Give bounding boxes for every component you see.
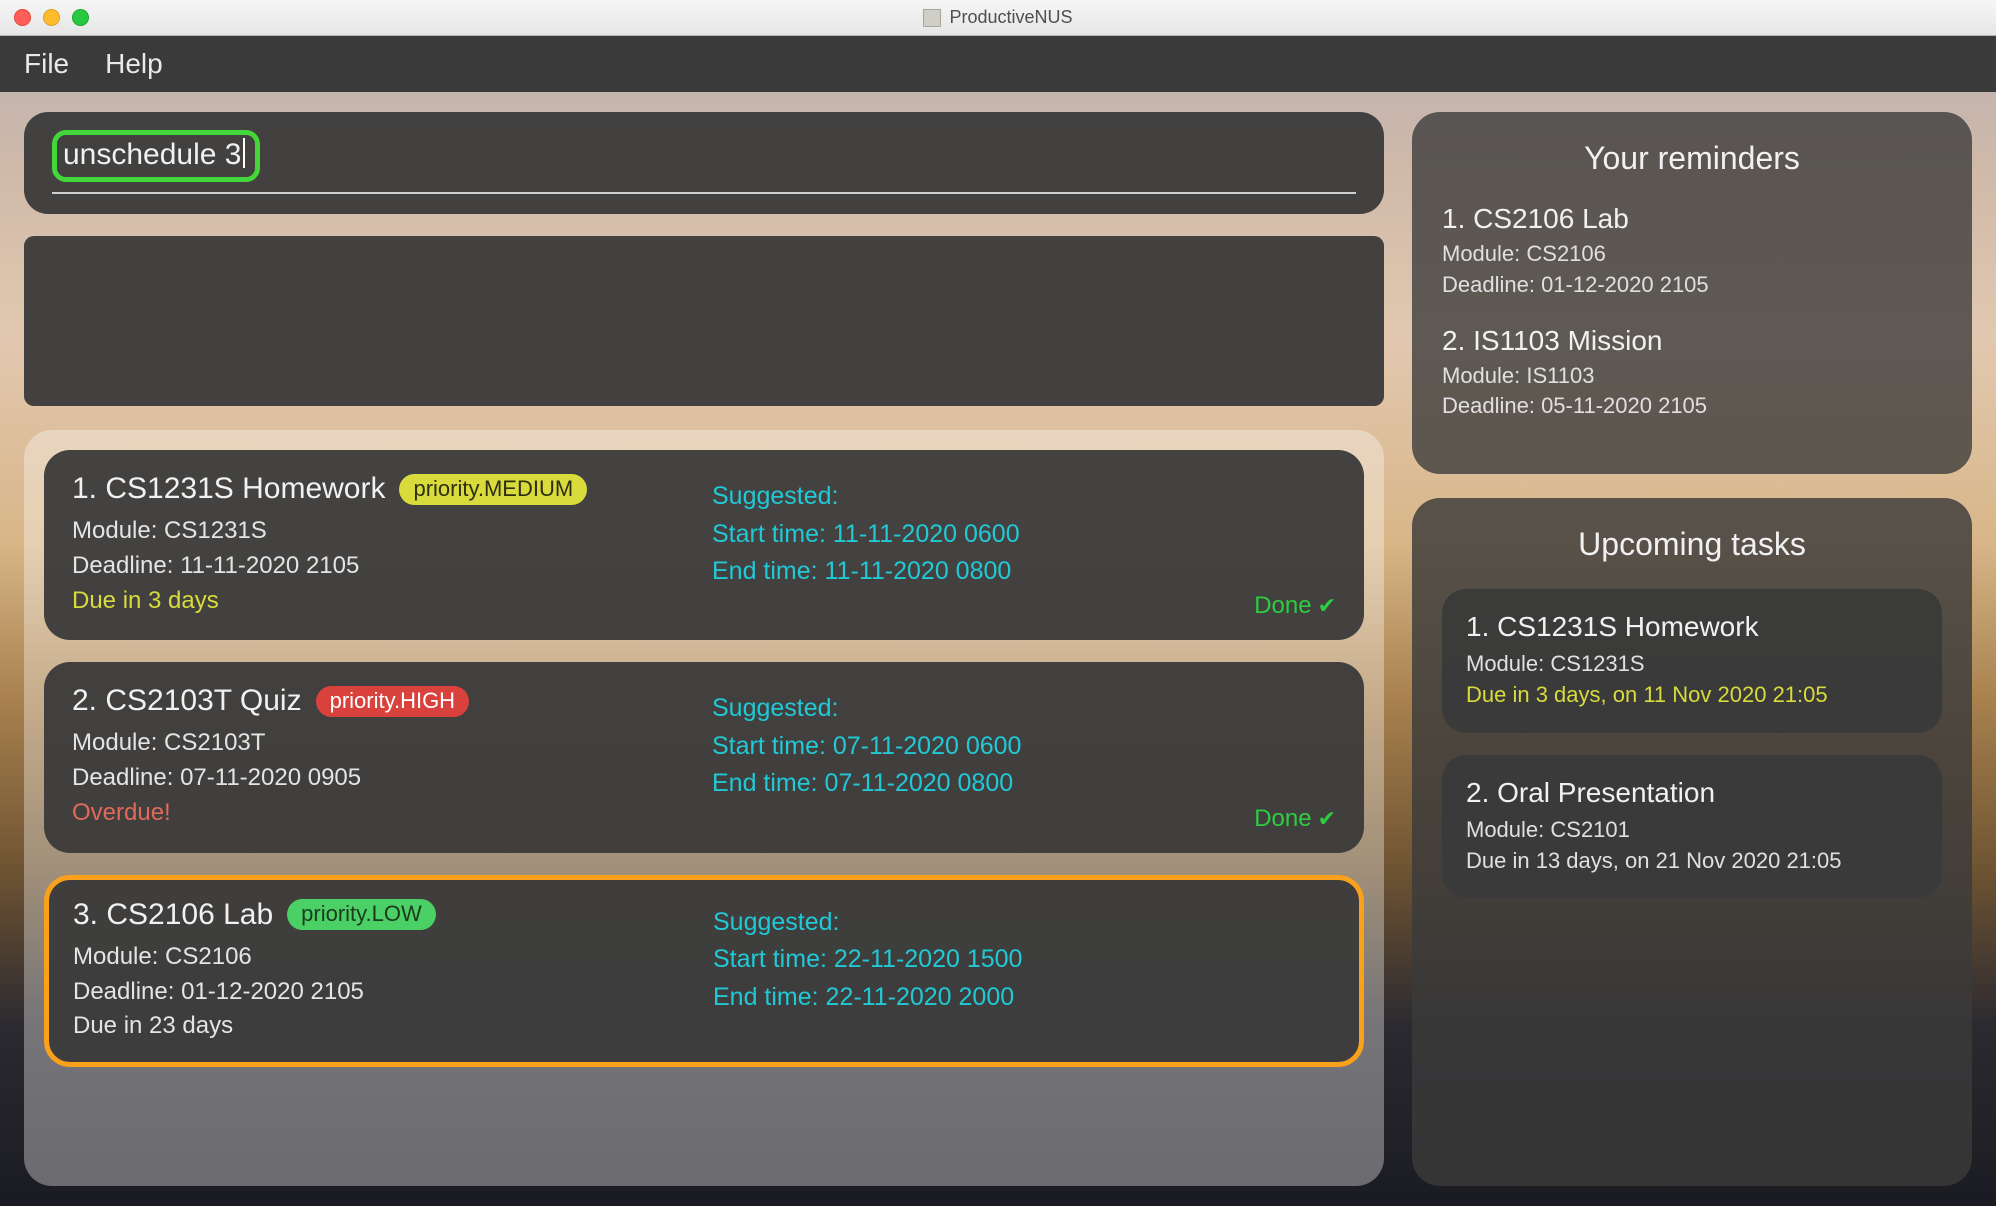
task-due: Overdue! — [72, 796, 712, 831]
window-title: ProductiveNUS — [0, 7, 1996, 28]
suggested-start: Start time: 22-11-2020 1500 — [713, 941, 1335, 979]
suggested-header: Suggested: — [712, 478, 1336, 516]
task-due: Due in 3 days — [72, 584, 712, 619]
task-title: 3. CS2106 Lab — [73, 898, 273, 932]
reminder-module: Module: CS2106 — [1442, 239, 1942, 270]
upcoming-card[interactable]: 1. CS1231S Homework Module: CS1231SDue in… — [1442, 589, 1942, 733]
window-title-text: ProductiveNUS — [949, 7, 1072, 28]
tasks-panel: 1. CS1231S Homework priority.MEDIUM Module… — [24, 430, 1384, 1186]
reminder-title: 1. CS2106 Lab — [1442, 203, 1942, 235]
task-due: Due in 23 days — [73, 1009, 713, 1044]
suggested-end: End time: 22-11-2020 2000 — [713, 979, 1335, 1017]
reminder-title: 2. IS1103 Mission — [1442, 325, 1942, 357]
task-module: Module: CS2103T — [72, 726, 712, 761]
upcoming-title-text: 2. Oral Presentation — [1466, 777, 1918, 809]
app-icon — [923, 9, 941, 27]
task-card[interactable]: 3. CS2106 Labpriority.LOWModule: CS2106D… — [44, 875, 1364, 1067]
suggested-end: End time: 11-11-2020 0800 — [712, 553, 1336, 591]
priority-badge: priority.HIGH — [316, 686, 470, 717]
reminder-module: Module: IS1103 — [1442, 361, 1942, 392]
menu-help[interactable]: Help — [105, 48, 163, 80]
upcoming-card[interactable]: 2. Oral Presentation Module: CS2101Due in… — [1442, 755, 1942, 899]
upcoming-due: Due in 13 days, on 21 Nov 2020 21:05 — [1466, 846, 1918, 877]
command-highlight: unschedule 3 — [52, 130, 260, 182]
check-icon: ✔ — [1318, 593, 1336, 619]
suggested-start: Start time: 07-11-2020 0600 — [712, 728, 1336, 766]
task-card[interactable]: 2. CS2103T Quiz priority.HIGH Module: CS21… — [44, 662, 1364, 852]
task-module: Module: CS2106 — [73, 940, 713, 975]
task-deadline: Deadline: 07-11-2020 0905 — [72, 761, 712, 796]
suggested-start: Start time: 11-11-2020 0600 — [712, 516, 1336, 554]
suggested-end: End time: 07-11-2020 0800 — [712, 765, 1336, 803]
suggested-header: Suggested: — [712, 690, 1336, 728]
command-input-text: unschedule 3 — [63, 138, 241, 171]
command-input-box[interactable]: unschedule 3 — [24, 112, 1384, 214]
reminder-item: 2. IS1103 Mission Module: IS1103Deadline:… — [1442, 325, 1942, 423]
suggested-header: Suggested: — [713, 904, 1335, 942]
upcoming-due: Due in 3 days, on 11 Nov 2020 21:05 — [1466, 680, 1918, 711]
menu-file[interactable]: File — [24, 48, 69, 80]
priority-badge: priority.LOW — [287, 899, 436, 930]
text-caret — [243, 138, 245, 168]
upcoming-title: Upcoming tasks — [1442, 526, 1942, 563]
upcoming-panel: Upcoming tasks 1. CS1231S Homework Module… — [1412, 498, 1972, 1186]
menubar: File Help — [0, 36, 1996, 92]
task-deadline: Deadline: 01-12-2020 2105 — [73, 975, 713, 1010]
upcoming-module: Module: CS1231S — [1466, 649, 1918, 680]
titlebar: ProductiveNUS — [0, 0, 1996, 36]
task-card[interactable]: 1. CS1231S Homework priority.MEDIUM Module… — [44, 450, 1364, 640]
priority-badge: priority.MEDIUM — [399, 474, 587, 505]
check-icon: ✔ — [1318, 806, 1336, 832]
reminder-deadline: Deadline: 01-12-2020 2105 — [1442, 270, 1942, 301]
done-indicator: Done ✔ — [1254, 805, 1336, 833]
content-area: unschedule 3 1. CS1231S Homework priority… — [0, 92, 1996, 1206]
reminders-title: Your reminders — [1442, 140, 1942, 177]
done-indicator: Done ✔ — [1254, 592, 1336, 620]
command-underline — [52, 192, 1356, 194]
reminder-item: 1. CS2106 Lab Module: CS2106Deadline: 01-… — [1442, 203, 1942, 301]
task-module: Module: CS1231S — [72, 514, 712, 549]
task-title: 2. CS2103T Quiz — [72, 684, 302, 718]
upcoming-module: Module: CS2101 — [1466, 815, 1918, 846]
result-display — [24, 236, 1384, 406]
reminders-panel: Your reminders 1. CS2106 Lab Module: CS21… — [1412, 112, 1972, 474]
upcoming-title-text: 1. CS1231S Homework — [1466, 611, 1918, 643]
task-title: 1. CS1231S Homework — [72, 472, 385, 506]
reminder-deadline: Deadline: 05-11-2020 2105 — [1442, 391, 1942, 422]
task-deadline: Deadline: 11-11-2020 2105 — [72, 549, 712, 584]
